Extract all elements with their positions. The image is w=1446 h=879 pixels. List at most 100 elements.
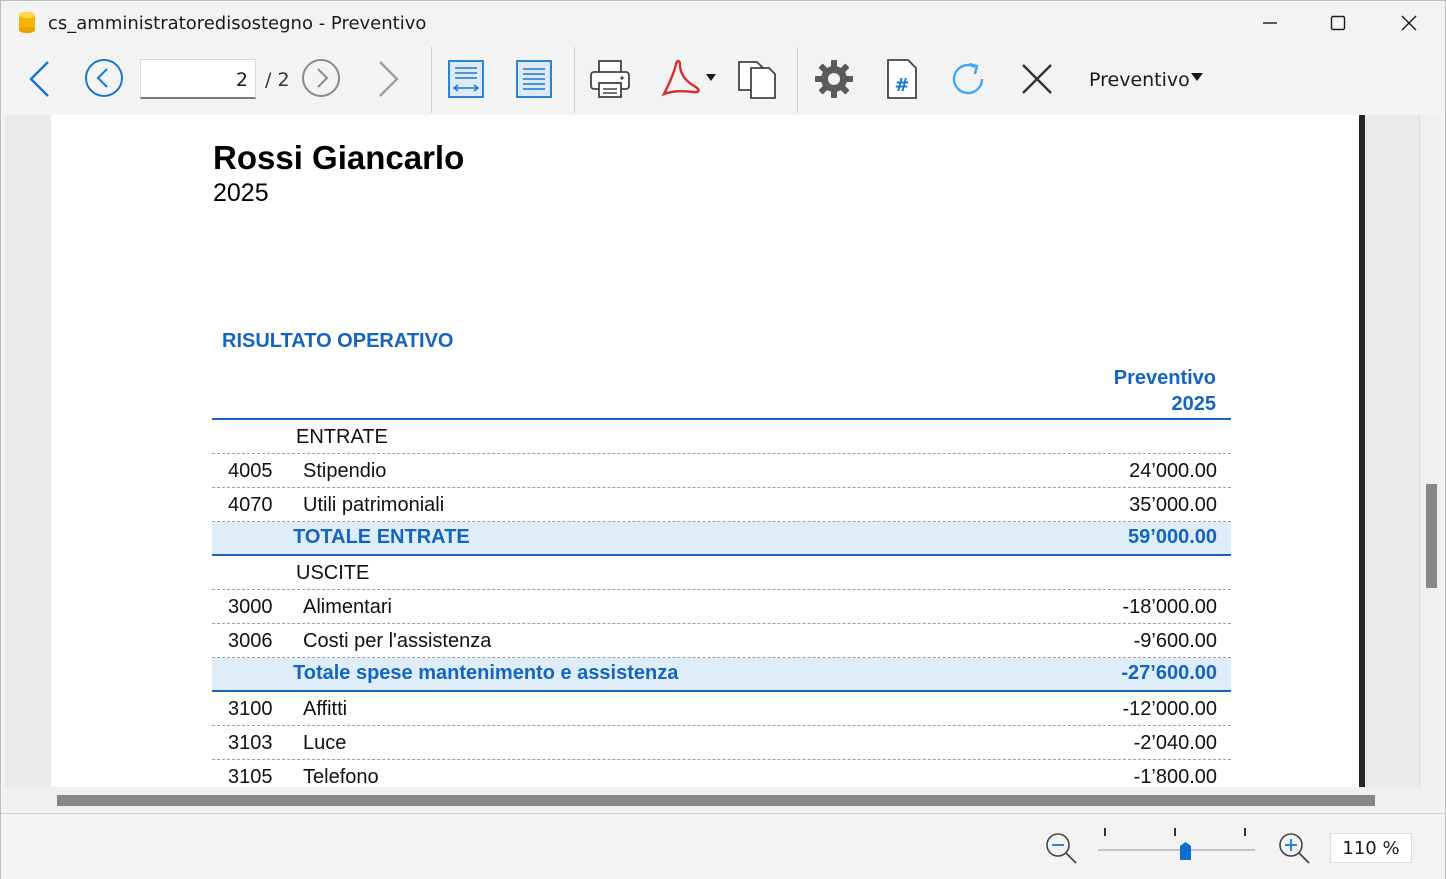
account-description: Stipendio [303, 460, 387, 482]
account-number: 3103 [228, 732, 273, 754]
amount: -12’000.00 [1122, 698, 1217, 720]
forward-arrow-icon [379, 61, 399, 97]
column-header: Preventivo 2025 [951, 365, 1216, 417]
close-preview-icon [1022, 64, 1052, 94]
amount: 24’000.00 [1129, 460, 1217, 482]
group-label: USCITE [296, 562, 370, 584]
account-description: Telefono [303, 766, 379, 787]
refresh-icon [952, 62, 984, 95]
fit-width-icon [448, 60, 484, 98]
pdf-icon [661, 59, 716, 97]
amount: -9’600.00 [1133, 630, 1217, 652]
table-row: 3105 Telefono -1’800.00 [212, 760, 1231, 787]
app-icon [19, 11, 35, 34]
amount: -27’600.00 [1121, 662, 1217, 684]
toolbar-separator [797, 47, 798, 113]
page-number-icon: # [887, 59, 917, 99]
settings-icon [815, 60, 853, 98]
minimize-icon [1263, 22, 1277, 24]
section-title: RISULTATO OPERATIVO [222, 330, 454, 352]
amount: -1’800.00 [1133, 766, 1217, 787]
svg-text:#: # [894, 75, 909, 96]
table-row: 3103 Luce -2’040.00 [212, 726, 1231, 760]
page-shadow [1359, 115, 1365, 787]
zoom-out-icon [1046, 833, 1077, 864]
account-number: 4070 [228, 494, 273, 516]
account-description: Costi per l'assistenza [303, 630, 492, 652]
group-row: USCITE [212, 556, 1231, 590]
zoom-tick [1104, 828, 1106, 836]
column-header-year: 2025 [1171, 393, 1217, 415]
view-selector[interactable]: Preventivo [1089, 69, 1190, 91]
previous-page-icon [85, 59, 123, 97]
table-row: 3000 Alimentari -18’000.00 [212, 590, 1231, 624]
zoom-in-button[interactable] [1276, 830, 1312, 866]
zoom-level-field[interactable]: 110 % [1330, 833, 1412, 863]
zoom-tick [1174, 828, 1176, 836]
toolbar-separator [431, 47, 432, 113]
account-description: Totale spese mantenimento e assistenza [293, 662, 679, 684]
chevron-down-icon[interactable] [1191, 73, 1203, 81]
previous-page-button[interactable] [83, 57, 125, 99]
account-description: TOTALE ENTRATE [293, 526, 470, 548]
horizontal-scrollbar-thumb[interactable] [57, 795, 1375, 806]
account-description: Luce [303, 732, 347, 754]
toolbar-separator [574, 47, 575, 113]
copy-icon [738, 61, 776, 99]
column-header-title: Preventivo [1113, 367, 1216, 389]
account-number: 4005 [228, 460, 273, 482]
next-page-button[interactable] [300, 57, 342, 99]
window-title: cs_amministratoredisostegno - Preventivo [48, 13, 427, 34]
forward-button[interactable] [369, 59, 409, 99]
account-description: Utili patrimoniali [303, 494, 445, 516]
zoom-slider-thumb[interactable] [1180, 842, 1191, 860]
document-name: Rossi Giancarlo [213, 139, 465, 176]
amount: -18’000.00 [1122, 596, 1217, 618]
zoom-slider-track[interactable] [1098, 849, 1255, 851]
toolbar: 2 / 2 # Preventivo [1, 45, 1445, 115]
amount: -2’040.00 [1133, 732, 1217, 754]
fit-page-button[interactable] [512, 57, 556, 101]
page-number-button[interactable]: # [881, 57, 923, 101]
refresh-button[interactable] [945, 57, 991, 101]
amount: 59’000.00 [1128, 526, 1217, 548]
preview-area: Rossi Giancarlo 2025 RISULTATO OPERATIVO… [5, 115, 1441, 813]
status-bar: 110 % [1, 813, 1445, 879]
settings-button[interactable] [811, 57, 857, 101]
zoom-tick [1244, 828, 1246, 836]
account-description: Affitti [303, 698, 348, 720]
account-number: 3105 [228, 766, 273, 787]
close-preview-button[interactable] [1015, 57, 1059, 101]
preview-window: cs_amministratoredisostegno - Preventivo… [0, 0, 1446, 879]
page-number-input[interactable]: 2 [140, 59, 256, 99]
back-button[interactable] [19, 59, 59, 99]
export-pdf-button[interactable] [656, 57, 718, 101]
amount: 35’000.00 [1129, 494, 1217, 516]
table-row: 3006 Costi per l'assistenza -9’600.00 [212, 624, 1231, 658]
zoom-out-button[interactable] [1043, 830, 1079, 866]
next-page-icon [302, 59, 340, 97]
copy-button[interactable] [734, 57, 780, 101]
close-window-button[interactable] [1374, 1, 1444, 45]
back-arrow-icon [29, 61, 49, 97]
page-total-label: / 2 [265, 69, 290, 91]
group-label: ENTRATE [296, 426, 388, 448]
title-bar: cs_amministratoredisostegno - Preventivo [1, 1, 1445, 45]
fit-page-icon [516, 60, 552, 98]
total-row: TOTALE ENTRATE 59’000.00 [212, 522, 1231, 556]
minimize-button[interactable] [1235, 1, 1305, 45]
fit-width-button[interactable] [444, 57, 488, 101]
vertical-scrollbar[interactable] [1419, 115, 1441, 787]
table-row: 4005 Stipendio 24’000.00 [212, 454, 1231, 488]
maximize-icon [1330, 15, 1346, 31]
vertical-scrollbar-thumb[interactable] [1426, 484, 1437, 588]
horizontal-scrollbar[interactable] [5, 787, 1441, 813]
maximize-button[interactable] [1303, 1, 1373, 45]
close-icon [1401, 15, 1417, 31]
account-number: 3100 [228, 698, 273, 720]
account-number: 3006 [228, 630, 273, 652]
table-row: 3100 Affitti -12’000.00 [212, 692, 1231, 726]
zoom-in-icon [1279, 833, 1310, 864]
account-description: Alimentari [303, 596, 392, 618]
print-button[interactable] [587, 57, 633, 101]
